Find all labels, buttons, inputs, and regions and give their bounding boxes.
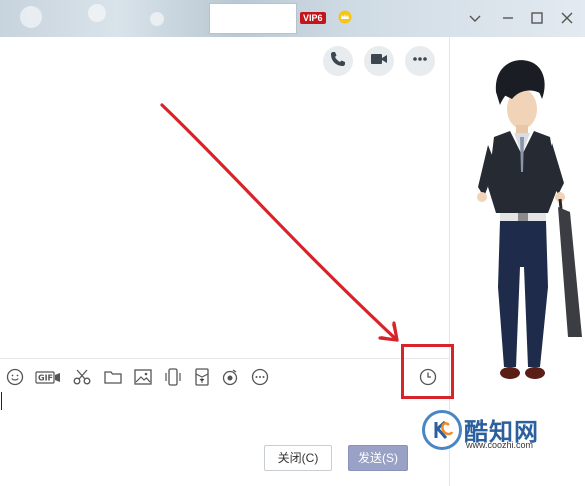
send-button[interactable]: 发送(S) (348, 445, 408, 471)
title-bar: VIP6 (0, 0, 585, 37)
crown-icon (338, 10, 352, 24)
emoji-button[interactable] (5, 367, 25, 387)
voice-call-button[interactable] (323, 46, 353, 76)
red-packet-icon (195, 368, 209, 386)
music-button[interactable] (220, 367, 240, 387)
contact-name-box (209, 3, 297, 34)
watermark: 酷知网 www.coozhi.com (418, 400, 585, 460)
svg-text:GIF: GIF (38, 374, 53, 383)
screenshot-button[interactable] (72, 367, 92, 387)
phone-icon (329, 50, 347, 73)
background-decoration (20, 6, 42, 28)
maximize-icon[interactable] (526, 8, 548, 28)
close-icon[interactable] (556, 8, 578, 28)
video-call-button[interactable] (364, 46, 394, 76)
image-icon (134, 369, 152, 385)
vip-badge: VIP6 (300, 12, 326, 24)
message-history-area (0, 37, 449, 357)
avatar-show-figure (477, 60, 582, 379)
more-options-button[interactable] (405, 46, 435, 76)
scissors-icon (73, 369, 91, 385)
background-decoration (88, 4, 106, 22)
more-icon (411, 50, 429, 73)
background-decoration (150, 12, 164, 26)
watermark-logo (422, 410, 462, 450)
shake-icon (165, 368, 181, 386)
gif-button[interactable]: GIF (35, 367, 61, 387)
send-file-button[interactable] (103, 367, 123, 387)
more-tools-button[interactable] (250, 367, 270, 387)
more-circle-icon (251, 368, 269, 386)
shake-button[interactable] (163, 367, 183, 387)
folder-icon (104, 371, 122, 384)
text-caret (1, 392, 2, 410)
gif-icon: GIF (35, 371, 60, 384)
chevron-down-icon[interactable] (464, 8, 486, 28)
message-input[interactable] (0, 394, 449, 434)
minimize-icon[interactable] (497, 8, 519, 28)
send-image-button[interactable] (133, 367, 153, 387)
music-icon (222, 369, 238, 386)
annotation-highlight-box (401, 344, 454, 399)
input-toolbar: GIF (0, 358, 449, 394)
video-icon (370, 50, 388, 73)
red-packet-button[interactable] (192, 367, 212, 387)
watermark-url: www.coozhi.com (466, 440, 534, 450)
emoji-icon (6, 368, 24, 386)
close-button[interactable]: 关闭(C) (264, 445, 332, 471)
